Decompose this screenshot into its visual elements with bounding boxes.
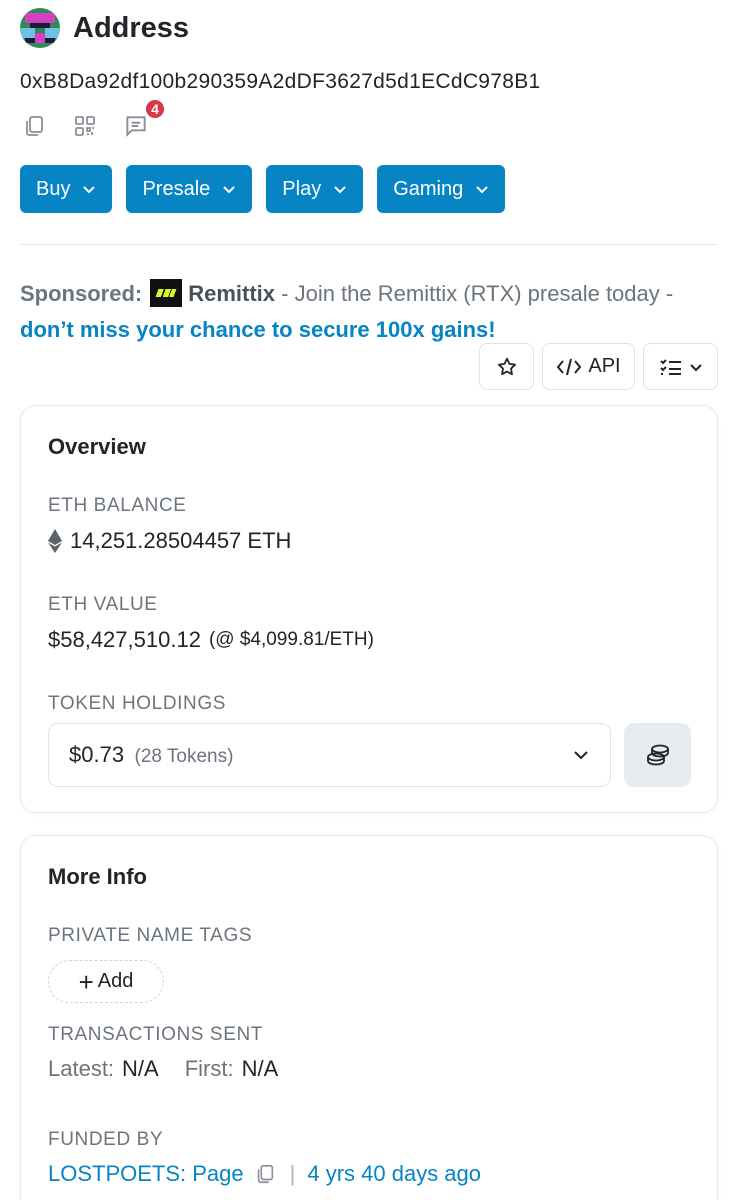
divider xyxy=(20,244,718,245)
funded-by-label: FUNDED BY xyxy=(48,1129,164,1150)
add-label: Add xyxy=(97,970,134,992)
ethereum-icon xyxy=(48,529,62,553)
transactions-sent-row: Latest: N/A First: N/A xyxy=(48,1056,304,1082)
code-icon xyxy=(557,358,582,375)
api-button[interactable]: API xyxy=(542,343,635,390)
token-value: $0.73 xyxy=(69,742,125,767)
star-icon xyxy=(497,357,516,375)
checklist-icon xyxy=(659,358,681,375)
first-value: N/A xyxy=(241,1056,279,1081)
qr-code-button[interactable] xyxy=(71,112,99,140)
funded-by-link[interactable]: LOSTPOETS: Page xyxy=(48,1161,244,1187)
sponsored-label: Sponsored: xyxy=(20,281,143,306)
page-header: Address xyxy=(20,6,189,50)
more-info-title: More Info xyxy=(48,864,147,889)
chevron-down-icon xyxy=(83,186,96,194)
api-label: API xyxy=(588,355,621,377)
favorite-button[interactable] xyxy=(479,343,534,390)
first-key: First: xyxy=(184,1056,234,1081)
copy-address-button[interactable] xyxy=(20,112,48,140)
sponsor-link[interactable]: don’t miss your chance to secure 100x ga… xyxy=(20,317,496,342)
latest-value: N/A xyxy=(122,1056,159,1081)
menu-label: Play xyxy=(282,177,322,200)
menu-gaming-button[interactable]: Gaming xyxy=(377,165,506,213)
more-options-dropdown[interactable] xyxy=(643,343,718,390)
transactions-sent-label: TRANSACTIONS SENT xyxy=(48,1024,263,1045)
comment-icon xyxy=(126,116,146,138)
overview-card: Overview ETH BALANCE 14,251.28504457 ETH… xyxy=(20,405,718,813)
eth-price: (@ $4,099.81/ETH) xyxy=(208,629,374,650)
eth-balance-value: 14,251.28504457 ETH xyxy=(48,528,291,554)
chevron-down-icon xyxy=(334,186,346,194)
plus-icon: + xyxy=(78,966,94,997)
overview-title: Overview xyxy=(48,434,146,459)
funded-by-row: LOSTPOETS: Page | 4 yrs 40 days ago xyxy=(48,1161,481,1187)
token-count: (28 Tokens) xyxy=(134,746,234,767)
page-title: Address xyxy=(73,11,190,44)
funded-age-link[interactable]: 4 yrs 40 days ago xyxy=(307,1161,481,1187)
address-actions: 4 xyxy=(20,98,173,140)
address-hash: 0xB8Da92df100b290359A2dDF3627d5d1ECdC978… xyxy=(20,70,541,93)
chevron-down-icon xyxy=(689,363,702,371)
token-holdings-label: TOKEN HOLDINGS xyxy=(48,693,227,714)
add-name-tag-button[interactable]: + Add xyxy=(48,960,164,1003)
qr-code-icon xyxy=(75,116,95,136)
more-info-card: More Info PRIVATE NAME TAGS + Add TRANSA… xyxy=(20,835,718,1200)
menu-play-button[interactable]: Play xyxy=(266,165,364,213)
latest-key: Latest: xyxy=(48,1056,115,1081)
menu-label: Presale xyxy=(142,177,211,200)
comments-button[interactable]: 4 xyxy=(122,98,166,140)
sponsor-text: - Join the Remittix (RTX) presale today … xyxy=(275,281,674,306)
menu-buy-button[interactable]: Buy xyxy=(20,165,113,213)
eth-balance-label: ETH BALANCE xyxy=(48,495,187,516)
copy-icon[interactable] xyxy=(254,1163,276,1185)
menu-presale-button[interactable]: Presale xyxy=(126,165,253,213)
eth-value-row: $58,427,510.12 (@ $4,099.81/ETH) xyxy=(48,627,374,653)
eth-value-label: ETH VALUE xyxy=(48,594,158,615)
menu-label: Gaming xyxy=(393,177,464,200)
chevron-down-icon xyxy=(223,186,235,194)
coins-icon xyxy=(646,744,669,766)
menu-label: Buy xyxy=(36,177,71,200)
address-avatar xyxy=(20,8,60,48)
copy-icon xyxy=(26,116,43,136)
sponsor-brand: Remittix xyxy=(188,281,276,306)
remittix-logo xyxy=(150,279,183,307)
sponsored-banner: Sponsored: Remittix - Join the Remittix (… xyxy=(20,276,718,348)
token-holdings-button[interactable] xyxy=(624,723,691,787)
eth-value: $58,427,510.12 xyxy=(48,627,201,652)
chevron-down-icon xyxy=(574,751,588,760)
separator: | xyxy=(289,1161,296,1186)
quick-menu: Buy Presale Play Gaming xyxy=(20,165,519,213)
eth-balance: 14,251.28504457 ETH xyxy=(70,528,292,553)
token-holdings-dropdown[interactable]: $0.73 (28 Tokens) xyxy=(48,723,611,787)
chevron-down-icon xyxy=(476,186,488,194)
notification-badge: 4 xyxy=(144,98,166,120)
address-tools: API xyxy=(471,343,718,390)
private-name-tags-label: PRIVATE NAME TAGS xyxy=(48,925,253,946)
